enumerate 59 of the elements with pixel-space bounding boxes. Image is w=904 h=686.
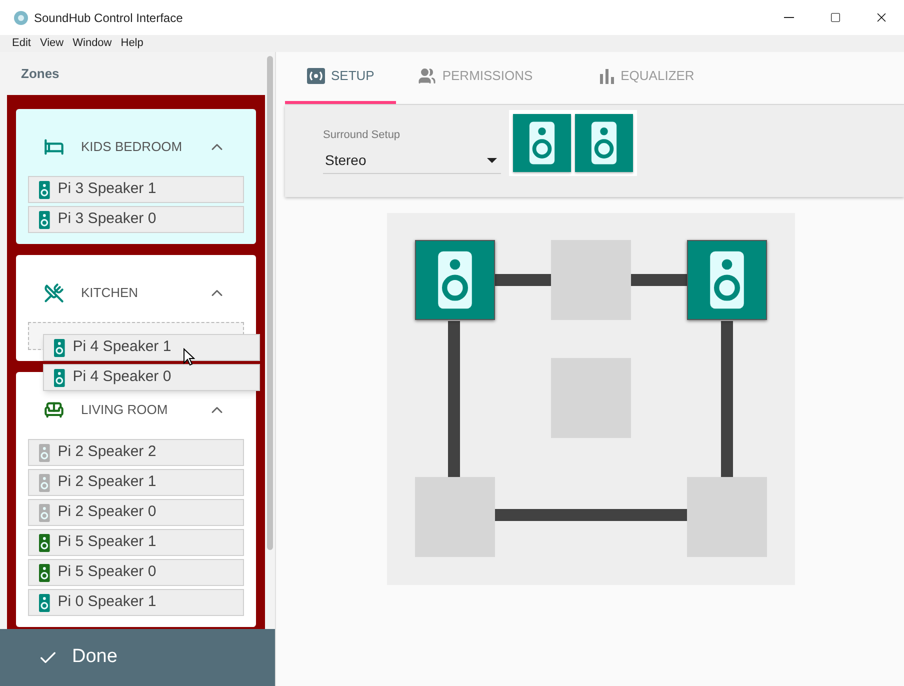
- speaker-name: Pi 4 Speaker 0: [72, 367, 172, 388]
- speaker-name: Pi 5 Speaker 1: [58, 532, 156, 552]
- speaker-icon: [39, 444, 50, 462]
- speaker-tile: [513, 114, 571, 172]
- zone-name: LIVING ROOM: [81, 401, 168, 420]
- speaker-item[interactable]: Pi 2 Speaker 2: [28, 439, 244, 466]
- zone-name: KITCHEN: [81, 284, 138, 302]
- speaker-item[interactable]: Pi 4 Speaker 0: [43, 364, 260, 391]
- speaker-name: Pi 4 Speaker 1: [72, 337, 172, 358]
- sidebar-title: Zones: [21, 64, 60, 83]
- empty-slot[interactable]: [550, 358, 630, 438]
- empty-slot[interactable]: [686, 477, 766, 557]
- speaker-tile: [575, 114, 633, 172]
- speaker-icon: [39, 504, 50, 522]
- speaker-name: Pi 5 Speaker 0: [58, 562, 156, 582]
- maximize-icon: [830, 12, 840, 23]
- speaker-name: Pi 2 Speaker 1: [58, 472, 156, 492]
- speaker-icon: [39, 594, 50, 612]
- bar-chart-icon: [598, 68, 615, 84]
- speaker-item[interactable]: Pi 4 Speaker 1: [43, 334, 260, 361]
- menu-item[interactable]: View: [40, 35, 64, 52]
- empty-slot[interactable]: [550, 240, 630, 320]
- people-icon: [418, 67, 436, 85]
- speaker-item[interactable]: Pi 2 Speaker 0: [28, 499, 244, 526]
- broadcast-icon: [307, 68, 325, 84]
- speaker-icon: [39, 210, 50, 228]
- surround-dropdown[interactable]: Stereo: [323, 148, 501, 174]
- speaker-name: Pi 3 Speaker 0: [58, 209, 156, 230]
- sofa-icon: [44, 400, 64, 420]
- field-label: Surround Setup: [323, 128, 402, 143]
- speaker-name: Pi 0 Speaker 1: [58, 592, 156, 612]
- speaker-icon: [39, 180, 50, 198]
- utensils-icon: [44, 283, 64, 303]
- speaker-icon: [39, 534, 50, 552]
- speaker-icon: [39, 474, 50, 492]
- menu-item[interactable]: Edit: [12, 35, 31, 52]
- bed-icon: [44, 137, 64, 157]
- menu-item[interactable]: Help: [120, 35, 144, 52]
- menu-item[interactable]: Window: [72, 35, 112, 52]
- speaker-item[interactable]: Pi 5 Speaker 1: [28, 529, 244, 556]
- speaker-icon: [54, 368, 65, 386]
- zone-name: KIDS BEDROOM: [81, 138, 182, 156]
- app-logo-icon: [14, 10, 28, 24]
- speaker-item[interactable]: Pi 0 Speaker 1: [28, 589, 244, 616]
- mouse-cursor-icon: [183, 348, 195, 366]
- speaker-icon: [39, 564, 50, 582]
- speaker-icon: [54, 338, 65, 356]
- speaker-item[interactable]: Pi 3 Speaker 1: [28, 176, 244, 203]
- window-title: SoundHub Control Interface: [34, 10, 183, 26]
- speaker-item[interactable]: Pi 5 Speaker 0: [28, 559, 244, 586]
- speaker-item[interactable]: Pi 3 Speaker 0: [28, 206, 244, 233]
- dropdown-arrow-icon: [487, 158, 497, 163]
- minimize-icon: [784, 17, 794, 18]
- speaker-item[interactable]: Pi 2 Speaker 1: [28, 469, 244, 496]
- empty-slot[interactable]: [414, 477, 494, 557]
- speaker-name: Pi 2 Speaker 2: [58, 442, 156, 462]
- speaker-name: Pi 2 Speaker 0: [58, 502, 156, 522]
- done-button[interactable]: Done: [0, 629, 275, 686]
- speaker-name: Pi 3 Speaker 1: [58, 179, 156, 200]
